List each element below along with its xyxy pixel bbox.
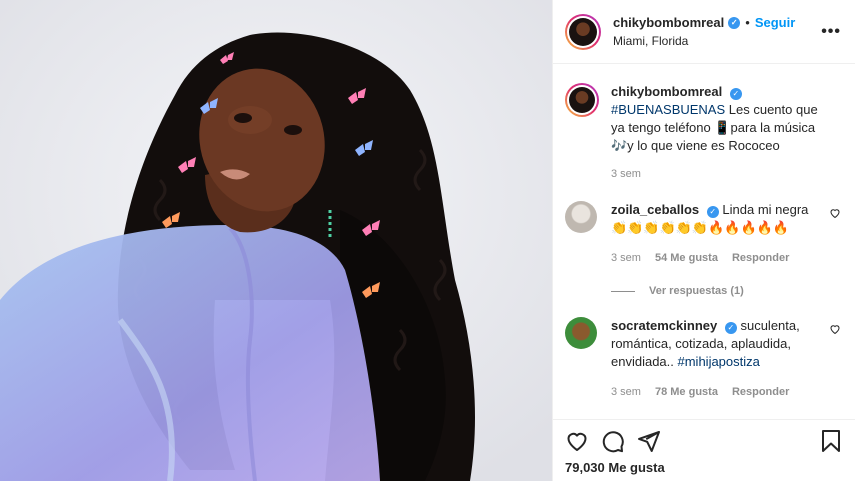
more-icon[interactable]: ••• <box>821 23 841 41</box>
comment-likes[interactable]: 78 Me gusta <box>655 383 718 401</box>
comment-time[interactable]: 3 sem <box>611 249 641 267</box>
replies-line <box>611 290 635 292</box>
heart-icon[interactable] <box>829 207 841 219</box>
post-side-panel: chikybombomreal ✓ • Seguir Miami, Florid… <box>552 0 855 481</box>
post-location[interactable]: Miami, Florida <box>613 34 821 48</box>
comment-username[interactable]: zoila_ceballos <box>611 202 699 217</box>
comment-time[interactable]: 3 sem <box>611 383 641 401</box>
follow-button[interactable]: Seguir <box>755 15 795 30</box>
separator-dot: • <box>745 15 750 30</box>
post-header: chikybombomreal ✓ • Seguir Miami, Florid… <box>553 0 855 64</box>
caption: chikybombomreal ✓ #BUENASBUENAS Les cuen… <box>565 83 841 183</box>
commenter-avatar[interactable] <box>565 317 597 349</box>
post-image <box>0 0 552 481</box>
caption-username[interactable]: chikybombomreal <box>611 84 722 99</box>
verified-icon: ✓ <box>706 206 719 218</box>
author-avatar[interactable] <box>565 13 601 50</box>
bookmark-icon[interactable] <box>819 429 843 453</box>
verified-icon: ✓ <box>729 88 742 100</box>
heart-icon[interactable] <box>829 323 841 335</box>
comment-item: zoila_ceballos ✓ Linda mi negra 👏👏👏👏👏👏🔥🔥… <box>565 201 841 267</box>
author-username[interactable]: chikybombomreal <box>613 15 724 30</box>
comment-hashtag[interactable]: #mihijapostiza <box>678 354 760 369</box>
commenter-avatar[interactable] <box>565 201 597 233</box>
comment-item: socratemckinney ✓ suculenta, romántica, … <box>565 317 841 401</box>
caption-avatar[interactable] <box>565 83 599 117</box>
comment-icon[interactable] <box>601 429 625 453</box>
view-replies-button[interactable]: Ver respuestas (1) <box>611 285 841 297</box>
post-actions: 79,030 Me gusta <box>553 419 855 481</box>
comments-section[interactable]: chikybombomreal ✓ #BUENASBUENAS Les cuen… <box>553 65 855 419</box>
view-replies-label: Ver respuestas (1) <box>649 285 744 297</box>
comment-username[interactable]: socratemckinney <box>611 318 717 333</box>
verified-icon: ✓ <box>724 322 737 334</box>
verified-icon: ✓ <box>728 16 741 29</box>
reply-button[interactable]: Responder <box>732 383 789 401</box>
likes-count[interactable]: 79,030 Me gusta <box>565 460 843 475</box>
heart-icon[interactable] <box>565 429 589 453</box>
share-icon[interactable] <box>637 429 661 453</box>
post-photo[interactable] <box>0 0 552 481</box>
reply-button[interactable]: Responder <box>732 249 789 267</box>
comment-likes[interactable]: 54 Me gusta <box>655 249 718 267</box>
caption-hashtag[interactable]: #BUENASBUENAS <box>611 102 725 117</box>
caption-time[interactable]: 3 sem <box>611 165 641 183</box>
